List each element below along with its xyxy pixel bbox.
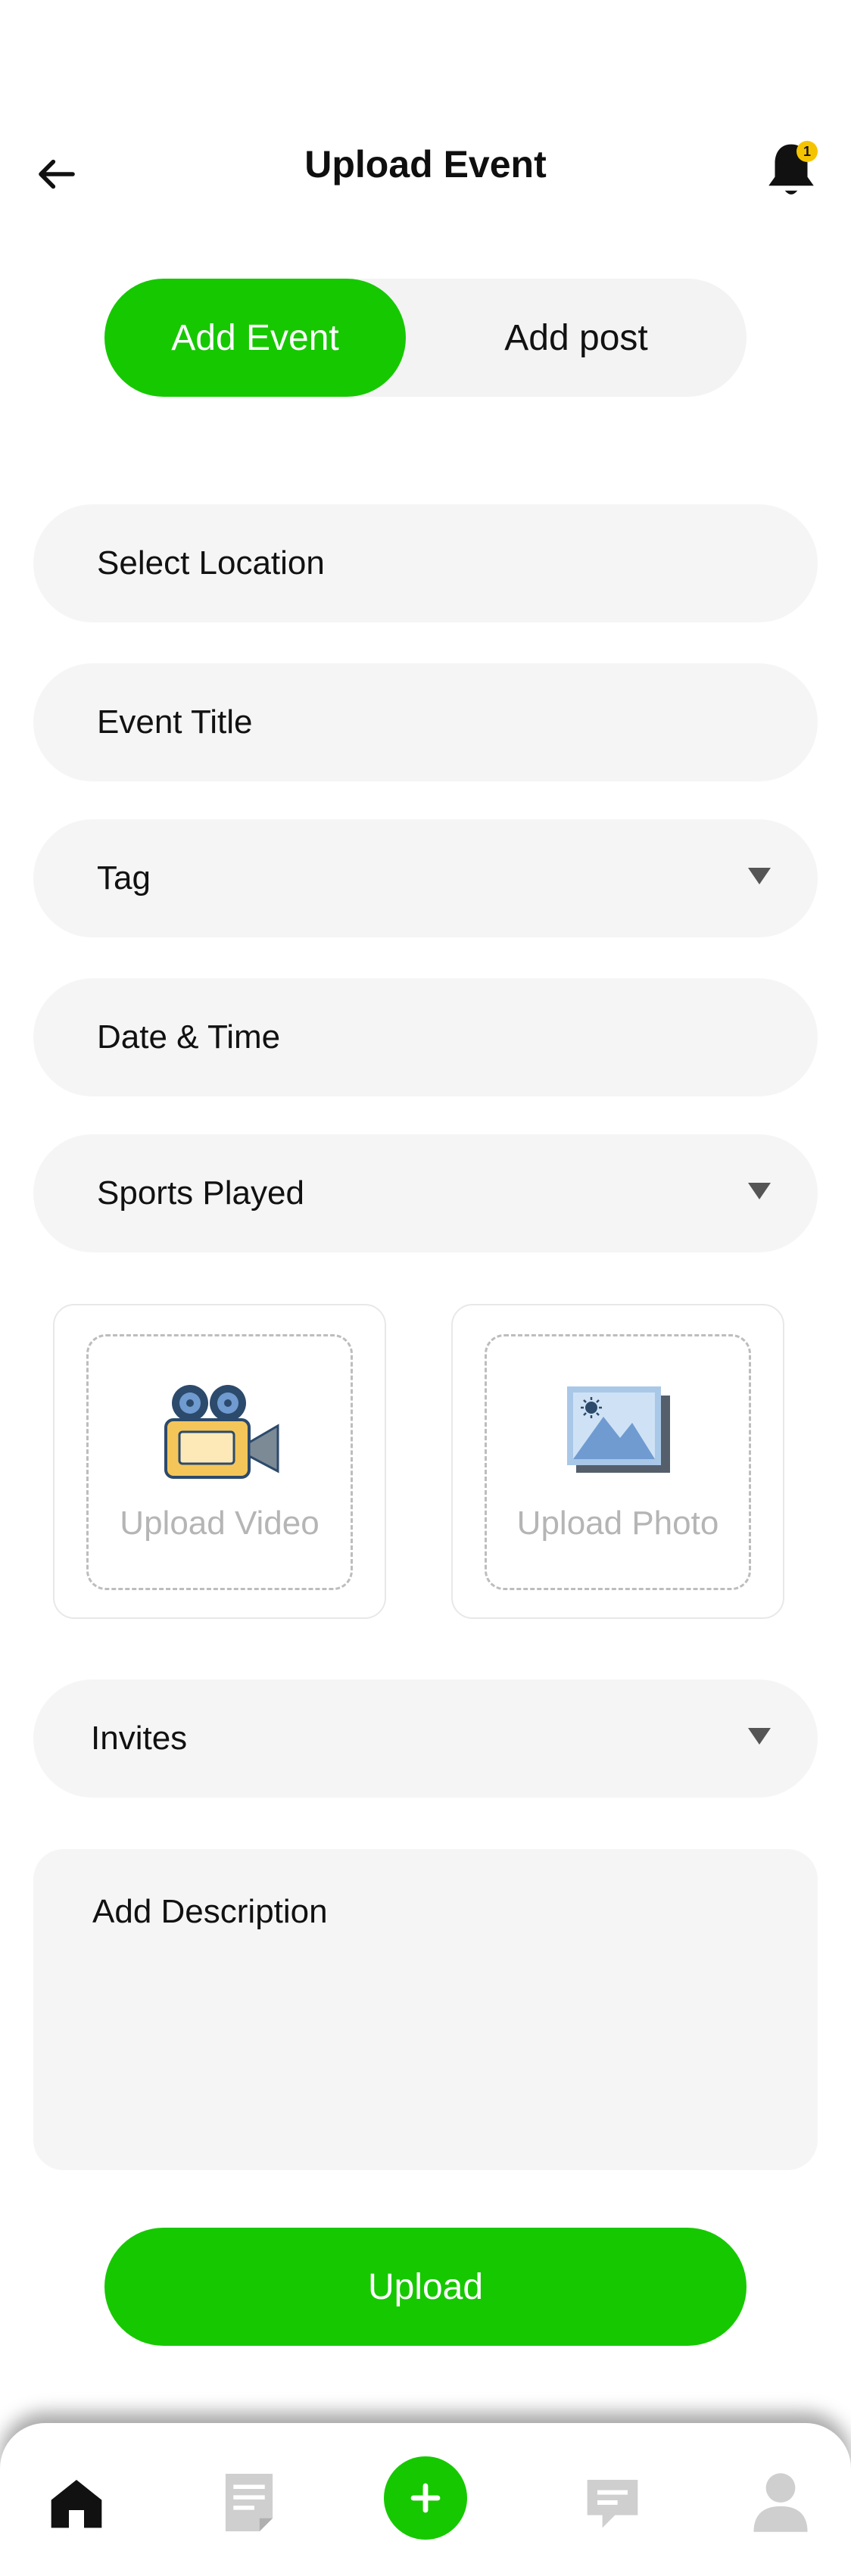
invites-placeholder: Invites bbox=[91, 1720, 188, 1757]
date-time-placeholder: Date & Time bbox=[97, 1018, 281, 1056]
description-placeholder: Add Description bbox=[92, 1893, 328, 1930]
nav-profile[interactable] bbox=[747, 2468, 815, 2537]
image-icon bbox=[567, 1386, 670, 1473]
notification-badge: 1 bbox=[796, 141, 818, 162]
dropdown-arrow-icon bbox=[748, 868, 771, 884]
dropdown-arrow-icon bbox=[748, 1728, 771, 1745]
plus-icon bbox=[410, 2483, 441, 2513]
nav-documents[interactable] bbox=[215, 2468, 283, 2537]
tag-select[interactable]: Tag bbox=[33, 819, 818, 937]
description-textarea[interactable]: Add Description bbox=[33, 1849, 818, 2170]
invites-select[interactable]: Invites bbox=[33, 1679, 818, 1798]
upload-video-dropzone: Upload Video bbox=[86, 1334, 353, 1590]
nav-add[interactable] bbox=[384, 2456, 467, 2540]
home-icon bbox=[51, 2480, 102, 2528]
upload-photo-card[interactable]: Upload Photo bbox=[451, 1304, 784, 1619]
sports-played-select[interactable]: Sports Played bbox=[33, 1134, 818, 1252]
nav-home[interactable] bbox=[42, 2468, 111, 2537]
chat-icon bbox=[587, 2480, 638, 2528]
nav-messages[interactable] bbox=[578, 2468, 647, 2537]
bottom-nav bbox=[0, 2423, 851, 2576]
tag-placeholder: Tag bbox=[97, 859, 151, 897]
mode-toggle: Add Event Add post bbox=[104, 279, 747, 397]
page-title: Upload Event bbox=[304, 143, 547, 186]
date-time-field[interactable]: Date & Time bbox=[33, 978, 818, 1096]
upload-button[interactable]: Upload bbox=[104, 2228, 747, 2346]
video-camera-icon bbox=[164, 1385, 279, 1479]
tab-add-event[interactable]: Add Event bbox=[104, 279, 406, 397]
upload-video-card[interactable]: Upload Video bbox=[53, 1304, 386, 1619]
upload-photo-dropzone: Upload Photo bbox=[485, 1334, 751, 1590]
tab-add-post[interactable]: Add post bbox=[406, 279, 747, 397]
event-title-field[interactable]: Event Title bbox=[33, 663, 818, 781]
document-icon bbox=[225, 2474, 273, 2531]
dropdown-arrow-icon bbox=[748, 1183, 771, 1199]
event-title-placeholder: Event Title bbox=[97, 703, 253, 741]
profile-icon bbox=[753, 2473, 808, 2532]
upload-video-label: Upload Video bbox=[120, 1505, 320, 1542]
location-field[interactable]: Select Location bbox=[33, 504, 818, 622]
location-placeholder: Select Location bbox=[97, 544, 325, 582]
sports-played-placeholder: Sports Played bbox=[97, 1174, 304, 1212]
upload-photo-label: Upload Photo bbox=[516, 1505, 719, 1542]
notifications-button[interactable]: 1 bbox=[757, 136, 825, 204]
